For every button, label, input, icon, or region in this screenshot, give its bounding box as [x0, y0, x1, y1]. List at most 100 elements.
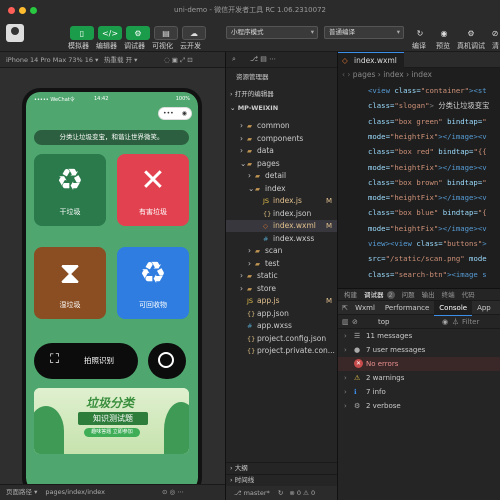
console-filter-item[interactable]: › ⚠ 2 warnings: [338, 371, 500, 385]
more-icon[interactable]: •••: [163, 110, 174, 117]
panel-tab[interactable]: 输出: [422, 291, 435, 299]
panel-tab[interactable]: 调试器: [364, 291, 384, 299]
file-tree-item[interactable]: {} app.json: [226, 308, 338, 320]
cloud-dev-button[interactable]: ☁: [182, 26, 206, 40]
devtools-tab[interactable]: Console: [434, 301, 473, 316]
visual-button[interactable]: ▤: [154, 26, 178, 40]
explorer-toolbar-icons[interactable]: ⎇ ▤ ⋯: [250, 55, 276, 63]
editor-label: 编辑器: [96, 42, 117, 50]
editor-toggle-button[interactable]: </>: [98, 26, 122, 40]
editor-tab-index-wxml[interactable]: ◇ index.wxml: [338, 52, 404, 68]
console-filter-item[interactable]: ✕ No errors: [338, 357, 500, 371]
search-files-icon[interactable]: ⌕: [232, 55, 236, 64]
code-token: "slogan": [394, 101, 430, 111]
cloud-dev-label: 云开发: [180, 42, 201, 50]
debugger-toggle-button[interactable]: ⚙: [126, 26, 150, 40]
avatar[interactable]: [6, 24, 24, 42]
banner-join-button[interactable]: 趣味答题 立即参加: [84, 428, 140, 437]
device-select[interactable]: iPhone 14 Pro Max 73% 16 ▾: [6, 56, 98, 64]
block-icon[interactable]: ⊘: [352, 315, 358, 329]
panel-tab[interactable]: 终端: [442, 291, 455, 299]
dry-waste-card[interactable]: ♻ 干垃圾: [34, 154, 106, 226]
compile-button[interactable]: ↻: [411, 26, 429, 40]
devtools-tab[interactable]: App: [472, 301, 496, 315]
compile-label: 编译: [412, 42, 426, 50]
code-line: class="slogan"> 分类让垃圾变宝: [368, 99, 489, 113]
context-select[interactable]: top: [378, 315, 389, 329]
mode-select[interactable]: 小程序模式: [226, 26, 318, 39]
preview-button[interactable]: ◉: [435, 26, 453, 40]
sync-icon[interactable]: ↻: [278, 489, 283, 497]
wet-waste-card[interactable]: ⧗ 湿垃圾: [34, 247, 106, 319]
page-path-label[interactable]: 页面路径 ▾: [6, 488, 37, 496]
devtools-tab[interactable]: Wxml: [350, 301, 380, 315]
zoom-window-button[interactable]: [30, 7, 37, 14]
simulator-panel: iPhone 14 Pro Max 73% 16 ▾ 热重载 开 ▾ ◌ ▣ ⤢…: [0, 52, 225, 500]
hot-reload-select[interactable]: 热重载 开 ▾: [104, 52, 137, 68]
recyclable-card[interactable]: ♻ 可回收物: [117, 247, 189, 319]
file-tree-item[interactable]: {} project.config.json: [226, 333, 338, 345]
project-root[interactable]: ⌄ MP-WEIXIN: [226, 103, 337, 114]
file-tree-item-label: index.json: [273, 208, 312, 218]
file-tree-item[interactable]: › ▰ store: [226, 283, 338, 295]
scan-button[interactable]: ⛶ 拍照识别: [34, 343, 138, 379]
file-tree-item[interactable]: › ▰ common: [226, 120, 338, 132]
warning-count[interactable]: 0: [311, 489, 315, 497]
file-tree-item[interactable]: › ▰ test: [226, 258, 338, 270]
file-tree-item[interactable]: JS index.js M: [226, 195, 338, 207]
sidebar-toggle-icon[interactable]: ▥: [342, 315, 349, 329]
modified-badge: M: [325, 297, 332, 305]
folder-icon: ▰: [247, 272, 252, 280]
js-file-icon: JS: [247, 297, 254, 305]
verbose-icon: ⚙: [354, 402, 361, 410]
branch-name[interactable]: master*: [244, 489, 270, 497]
window-title: uni-demo - 微信开发者工具 RC 1.06.2310072: [173, 6, 326, 14]
error-count[interactable]: 0: [297, 489, 301, 497]
devtools-tab[interactable]: Performance: [380, 301, 434, 315]
file-tree-item[interactable]: › ▰ scan: [226, 245, 338, 257]
panel-tab[interactable]: 问题: [402, 291, 415, 299]
file-tree-item[interactable]: ◇ index.wxml M: [226, 220, 338, 232]
file-tree-item[interactable]: JS app.js M: [226, 295, 338, 307]
simulator-toggle-button[interactable]: ▯: [70, 26, 94, 40]
nav-arrows[interactable]: ‹ ›: [342, 70, 353, 79]
file-tree-item[interactable]: # index.wxss: [226, 233, 338, 245]
file-tree-item[interactable]: ⌄ ▰ pages: [226, 158, 338, 170]
file-tree-item[interactable]: › ▰ components: [226, 133, 338, 145]
console-filter-item[interactable]: › ⚙ 2 verbose: [338, 399, 500, 413]
hazardous-waste-card[interactable]: ✕ 有害垃圾: [117, 154, 189, 226]
device-debug-button[interactable]: ⚙: [462, 26, 480, 40]
open-editors-section[interactable]: › 打开的编辑器: [226, 89, 337, 100]
outline-section[interactable]: › 大纲: [226, 462, 338, 473]
search-button[interactable]: [148, 343, 186, 379]
filter-input[interactable]: Filter: [462, 315, 479, 329]
console-filter-item[interactable]: › ℹ 7 info: [338, 385, 500, 399]
close-circle-icon[interactable]: ◉: [182, 110, 187, 117]
file-tree-item[interactable]: › ▰ data: [226, 145, 338, 157]
console-filter-item[interactable]: › ☰ 11 messages: [338, 329, 500, 343]
panel-tab[interactable]: 代码: [462, 291, 475, 299]
panel-tab[interactable]: 2: [386, 291, 395, 299]
compile-select[interactable]: 普通编译: [324, 26, 404, 39]
page-path: pages/index/index: [45, 488, 105, 496]
panel-tab[interactable]: 构建: [344, 291, 357, 299]
timeline-section[interactable]: › 时间线: [226, 474, 338, 485]
file-tree-item[interactable]: › ▰ static: [226, 270, 338, 282]
file-tree-item[interactable]: {} project.private.con...: [226, 345, 338, 357]
inspect-icon[interactable]: ⇱: [342, 304, 350, 312]
status-icons[interactable]: ⊙ ◎ ⋯: [162, 485, 184, 499]
clear-button[interactable]: ⊘: [490, 26, 500, 40]
file-tree-item[interactable]: {} index.json: [226, 208, 338, 220]
file-tree-item[interactable]: ⌄ ▰ index: [226, 183, 338, 195]
file-tree-item[interactable]: # app.wxss: [226, 320, 338, 332]
eye-icon[interactable]: ◉: [442, 315, 448, 329]
minimize-window-button[interactable]: [19, 7, 26, 14]
chevron-right-icon: ›: [344, 388, 347, 396]
close-window-button[interactable]: [8, 7, 15, 14]
simulator-toolbar-icons[interactable]: ◌ ▣ ⤢ ⊡: [164, 52, 193, 68]
code-token: bindtap=: [438, 147, 474, 157]
mini-program-capsule[interactable]: ••• ◉: [158, 107, 192, 120]
file-tree-item[interactable]: › ▰ detail: [226, 170, 338, 182]
quiz-banner[interactable]: 垃圾分类 知识测试题 趣味答题 立即参加: [34, 388, 189, 454]
console-filter-item[interactable]: › ● 7 user messages: [338, 343, 500, 357]
